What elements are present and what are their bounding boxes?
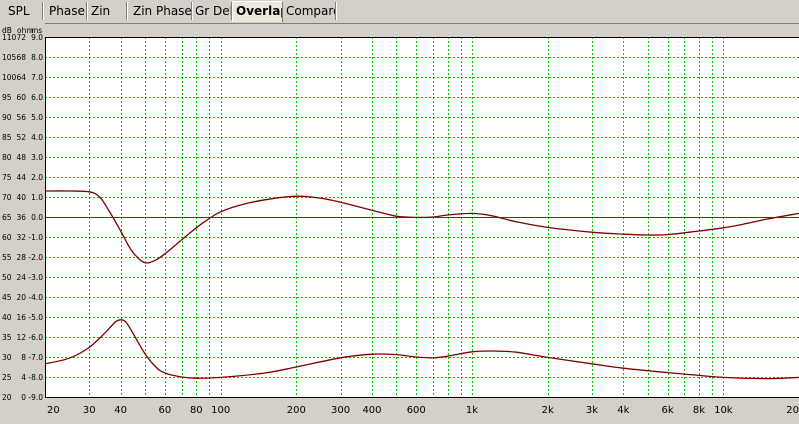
- y-tick-ohm: 0: [21, 393, 26, 402]
- tab-zin[interactable]: Zin: [87, 2, 127, 20]
- y-tick-db: 95: [2, 93, 12, 102]
- y-tick-ohm: 28: [16, 253, 26, 262]
- x-tick-label: 600: [407, 405, 426, 416]
- y-tick-ohm: 56: [16, 113, 26, 122]
- y-tick-ms: -7.0: [28, 353, 43, 362]
- y-tick-ohm: 24: [16, 273, 26, 282]
- y-tick-ohm: 68: [16, 53, 26, 62]
- y-tick-db: 100: [2, 73, 17, 82]
- tab-bar: SPLPhaseZinZin PhaseGr DelOverlapCompare: [0, 0, 799, 24]
- x-tick-label: 3k: [586, 405, 598, 416]
- y-tick-ohm: 52: [16, 133, 26, 142]
- x-tick-label: 30: [83, 405, 96, 416]
- y-tick-ms: 1.0: [31, 193, 43, 202]
- x-tick-label: 4k: [617, 405, 629, 416]
- y-tick-db: 30: [2, 353, 12, 362]
- y-tick-ms: 4.0: [31, 133, 43, 142]
- x-tick-label: 2k: [542, 405, 554, 416]
- y-tick-db: 45: [2, 293, 12, 302]
- x-tick-label: 400: [362, 405, 381, 416]
- y-tick-ohm: 4: [21, 373, 26, 382]
- y-tick-ms: 3.0: [31, 153, 43, 162]
- y-tick-db: 35: [2, 333, 12, 342]
- x-tick-label: 20: [786, 405, 799, 416]
- x-tick-label: 8k: [693, 405, 705, 416]
- y-tick-ms: -2.0: [28, 253, 43, 262]
- y-tick-db: 105: [2, 53, 17, 62]
- overlap-chart: dB ohmms110 72 9.0105 68 8.0100 64 7.095 60 6.090…: [0, 23, 799, 420]
- y-tick-ms: 7.0: [31, 73, 43, 82]
- x-tick-label: 100: [211, 405, 230, 416]
- y-tick-ohm: 60: [16, 93, 26, 102]
- y-tick-db: 90: [2, 113, 12, 122]
- y-tick-ms: -9.0: [28, 393, 43, 402]
- y-tick-ohm: 32: [16, 233, 26, 242]
- x-tick-label: 6k: [662, 405, 674, 416]
- tab-zin-phase[interactable]: Zin Phase: [127, 2, 192, 20]
- y-tick-db: 65: [2, 213, 12, 222]
- y-tick-ms: -1.0: [28, 233, 43, 242]
- y-tick-ohm: 16: [16, 313, 26, 322]
- y-tick-db: 60: [2, 233, 12, 242]
- tab-compare[interactable]: Compare: [283, 2, 336, 20]
- x-tick-label: 200: [287, 405, 306, 416]
- y-tick-db: 85: [2, 133, 12, 142]
- chart-area: dB ohm ms 110 72 9.0 105 68 8.0 100 64 7.0 95 60 6.0 90…: [0, 23, 799, 420]
- y-tick-ms: -8.0: [28, 373, 43, 382]
- y-tick-db: 110: [2, 33, 17, 42]
- y-tick-ms: -4.0: [28, 293, 43, 302]
- tab-phase[interactable]: Phase: [43, 2, 87, 20]
- y-tick-ms: 8.0: [31, 53, 43, 62]
- tab-spl[interactable]: SPL: [0, 2, 43, 20]
- y-tick-db: 50: [2, 273, 12, 282]
- x-tick-label: 1k: [466, 405, 478, 416]
- y-tick-ohm: 36: [16, 213, 26, 222]
- y-tick-ms: 6.0: [31, 93, 43, 102]
- y-tick-db: 55: [2, 253, 12, 262]
- y-tick-ohm: 8: [21, 353, 26, 362]
- y-tick-ms: -5.0: [28, 313, 43, 322]
- y-tick-ms: 9.0: [31, 33, 43, 42]
- y-tick-ohm: 40: [16, 193, 26, 202]
- y-tick-ohm: 72: [16, 33, 26, 42]
- y-tick-db: 70: [2, 193, 12, 202]
- y-tick-ms: 0.0: [31, 213, 43, 222]
- x-tick-label: 60: [159, 405, 172, 416]
- y-tick-db: 40: [2, 313, 12, 322]
- y-tick-db: 25: [2, 373, 12, 382]
- y-tick-db: 20: [2, 393, 12, 402]
- y-tick-ohm: 20: [16, 293, 26, 302]
- x-tick-label: 20: [47, 405, 60, 416]
- y-tick-db: 80: [2, 153, 12, 162]
- y-tick-ohm: 12: [16, 333, 26, 342]
- y-tick-ms: 2.0: [31, 173, 43, 182]
- x-tick-label: 80: [190, 405, 203, 416]
- tab-gr-del[interactable]: Gr Del: [192, 2, 232, 20]
- tab-overlap[interactable]: Overlap: [232, 1, 283, 22]
- x-tick-label: 40: [114, 405, 127, 416]
- y-tick-ohm: 48: [16, 153, 26, 162]
- y-tick-db: 75: [2, 173, 12, 182]
- x-tick-label: 300: [331, 405, 350, 416]
- y-tick-ohm: 64: [16, 73, 26, 82]
- y-tick-ms: -3.0: [28, 273, 43, 282]
- y-tick-ms: -6.0: [28, 333, 43, 342]
- x-tick-label: 10k: [714, 405, 733, 416]
- y-tick-ms: 5.0: [31, 113, 43, 122]
- y-tick-ohm: 44: [16, 173, 26, 182]
